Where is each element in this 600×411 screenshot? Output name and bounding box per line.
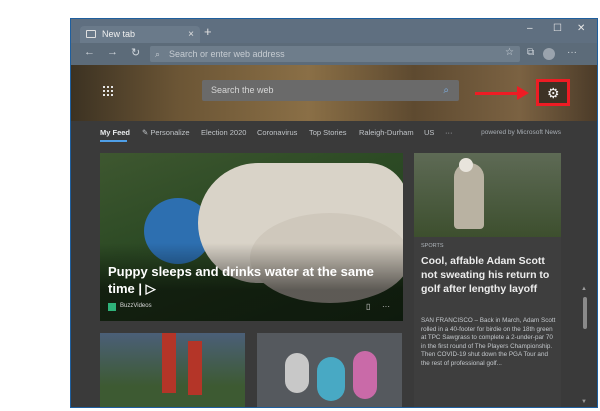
search-icon: ⌕ [155,49,161,59]
web-search-input[interactable]: Search the web ⌕ [202,80,459,101]
active-tab-indicator [100,140,127,142]
news-feed: My Feed ✎ Personalize Election 2020 Coro… [71,121,597,407]
tab-my-feed[interactable]: My Feed [100,128,130,137]
profile-icon[interactable] [543,48,555,60]
scroll-up-icon[interactable]: ▲ [581,286,587,292]
settings-highlight-box: ⚙ [536,79,570,106]
collections-icon[interactable]: ⧉ [527,47,534,58]
address-placeholder: Search or enter web address [169,49,285,59]
tab-election-2020[interactable]: Election 2020 [201,128,246,137]
refresh-icon[interactable]: ↻ [131,46,140,59]
tab-coronavirus[interactable]: Coronavirus [257,128,297,137]
gear-icon[interactable]: ⚙ [547,85,560,101]
story-category: SPORTS [421,243,444,249]
new-tab-button[interactable]: + [204,24,212,39]
side-story-card[interactable]: SPORTS Cool, affable Adam Scott not swea… [414,153,561,407]
page-icon [86,30,96,38]
maximize-icon[interactable]: ☐ [553,23,562,34]
main-story-title[interactable]: Puppy sleeps and drinks water at the sam… [108,263,393,297]
tab-us[interactable]: US [424,128,434,137]
browser-window: New tab × + – ☐ ✕ ← → ↻ ⌕ Search or ente… [70,18,598,408]
tab-title: New tab [102,29,136,39]
minimize-icon[interactable]: – [527,23,533,34]
story-image [414,153,561,237]
story-source: BuzzVideos [120,303,152,309]
story-card-boots[interactable] [100,333,245,407]
powered-by-text: powered by Microsoft News [481,129,561,136]
scrollbar-thumb[interactable] [583,297,587,329]
tab-more[interactable]: ··· [445,128,453,137]
tab-raleigh-durham[interactable]: Raleigh-Durham [359,128,414,137]
side-story-summary: SAN FRANCISCO – Back in March, Adam Scot… [421,317,556,367]
forward-icon[interactable]: → [107,46,118,58]
app-launcher-icon[interactable] [103,86,113,96]
tab-personalize[interactable]: ✎ Personalize [142,128,190,137]
tab-top-stories[interactable]: Top Stories [309,128,347,137]
main-story-card[interactable]: Puppy sleeps and drinks water at the sam… [100,153,403,321]
close-icon[interactable]: ✕ [577,23,585,34]
scroll-down-icon[interactable]: ▼ [581,399,587,405]
search-placeholder: Search the web [211,85,274,95]
image-golfer [454,163,484,229]
back-icon[interactable]: ← [84,46,95,58]
close-tab-icon[interactable]: × [188,26,194,43]
tab-new-tab[interactable]: New tab × [80,26,200,43]
title-bar: New tab × + – ☐ ✕ [71,19,597,43]
story-card-keychains[interactable] [257,333,402,407]
save-icon[interactable]: ▯ [366,302,370,311]
red-arrow-annotation [475,86,529,100]
address-bar[interactable]: ⌕ Search or enter web address [150,46,520,62]
side-story-title[interactable]: Cool, affable Adam Scott not sweating hi… [421,254,557,296]
favorite-icon[interactable]: ☆ [505,47,514,58]
feed-tabs: My Feed ✎ Personalize Election 2020 Coro… [71,121,597,143]
navigation-bar: ← → ↻ ⌕ Search or enter web address ☆ ⧉ … [71,43,597,65]
source-logo-icon [108,303,116,311]
new-tab-header: Search the web ⌕ ⚙ [71,65,597,121]
more-icon[interactable]: ··· [567,47,577,58]
more-options-icon[interactable]: ··· [382,302,390,311]
search-icon[interactable]: ⌕ [443,80,449,101]
